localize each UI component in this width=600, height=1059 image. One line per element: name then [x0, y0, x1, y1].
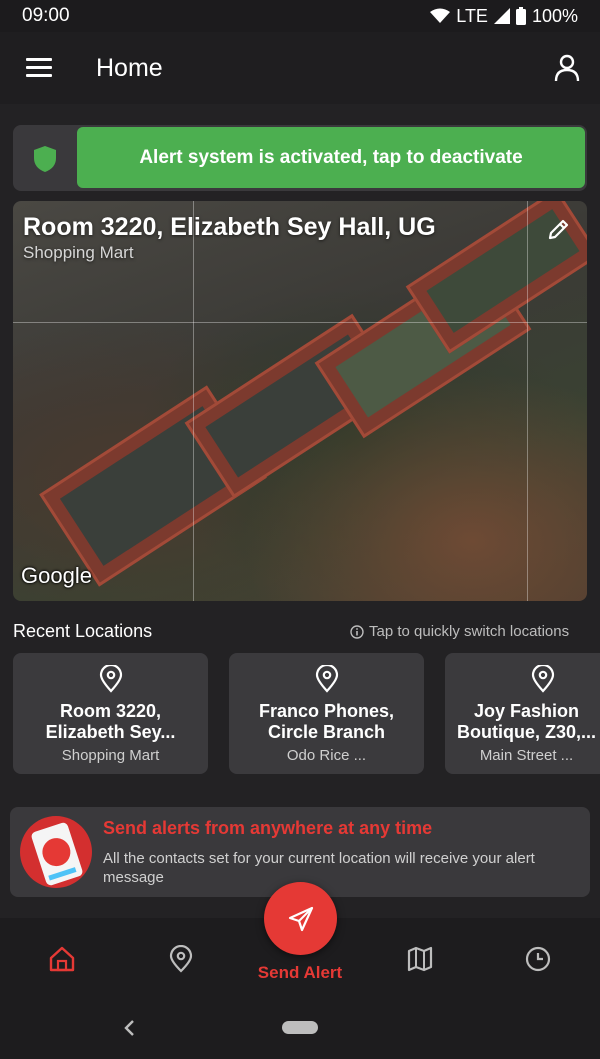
recent-location-sub: Odo Rice ... [286, 747, 367, 764]
send-alert-illustration [20, 816, 92, 888]
status-bar: 09:00 LTE 100% [0, 0, 600, 32]
map-grid-line [527, 201, 528, 601]
status-indicators: LTE 100% [430, 6, 578, 27]
pencil-icon[interactable] [547, 217, 571, 241]
recent-locations-title: Recent Locations [13, 621, 153, 641]
recent-location-card[interactable]: Franco Phones, Circle Branch Odo Rice ..… [229, 653, 424, 774]
info-icon [350, 624, 364, 639]
menu-icon[interactable] [26, 58, 52, 78]
map-grid-line [193, 201, 194, 601]
recent-location-name: Room 3220, Elizabeth Sey... [45, 701, 176, 742]
recent-location-card[interactable]: Joy Fashion Boutique, Z30,... Main Stree… [445, 653, 600, 774]
clock-icon[interactable] [524, 945, 552, 973]
wifi-icon [430, 8, 451, 23]
location-pin-icon [315, 665, 339, 693]
location-title: Room 3220, Elizabeth Sey Hall, UG [23, 213, 436, 241]
map-view[interactable]: Room 3220, Elizabeth Sey Hall, UG Shoppi… [13, 201, 587, 601]
recent-location-sub: Main Street ... [479, 747, 574, 764]
recent-location-name: Franco Phones, Circle Branch [258, 701, 395, 742]
recent-locations-hint: Tap to quickly switch locations [350, 623, 569, 640]
system-nav-bar [0, 1000, 600, 1059]
battery-label: 100% [531, 5, 578, 26]
map-icon[interactable] [406, 945, 434, 973]
status-time: 09:00 [22, 5, 70, 26]
back-icon[interactable] [122, 1018, 138, 1038]
hint-text: Tap to quickly switch locations [369, 623, 570, 640]
recent-location-name: Joy Fashion Boutique, Z30,... [456, 701, 596, 742]
home-icon[interactable] [48, 945, 76, 973]
google-logo: Google [21, 563, 92, 588]
recent-location-card[interactable]: Room 3220, Elizabeth Sey... Shopping Mar… [13, 653, 208, 774]
location-pin-icon [531, 665, 555, 693]
send-alert-button[interactable] [264, 882, 337, 955]
location-pin-icon[interactable] [167, 945, 195, 973]
send-icon [288, 906, 313, 931]
location-subtitle: Shopping Mart [23, 243, 134, 262]
alert-toggle-button[interactable]: Alert system is activated, tap to deacti… [77, 127, 585, 188]
promo-body: All the contacts set for your current lo… [103, 850, 535, 886]
promo-title: Send alerts from anywhere at any time [103, 818, 433, 838]
app-bar: Home [0, 32, 600, 104]
shield-icon [34, 146, 56, 172]
person-icon[interactable] [554, 54, 580, 82]
location-pin-icon [99, 665, 123, 693]
battery-icon [515, 7, 526, 25]
signal-icon [493, 8, 510, 24]
network-label: LTE [456, 5, 488, 26]
map-grid-line [13, 322, 587, 323]
page-title: Home [96, 54, 163, 82]
recent-location-sub: Shopping Mart [61, 747, 160, 764]
send-alert-label[interactable]: Send Alert [240, 963, 360, 983]
phone-illustration-icon [31, 822, 83, 886]
home-pill[interactable] [282, 1021, 318, 1034]
